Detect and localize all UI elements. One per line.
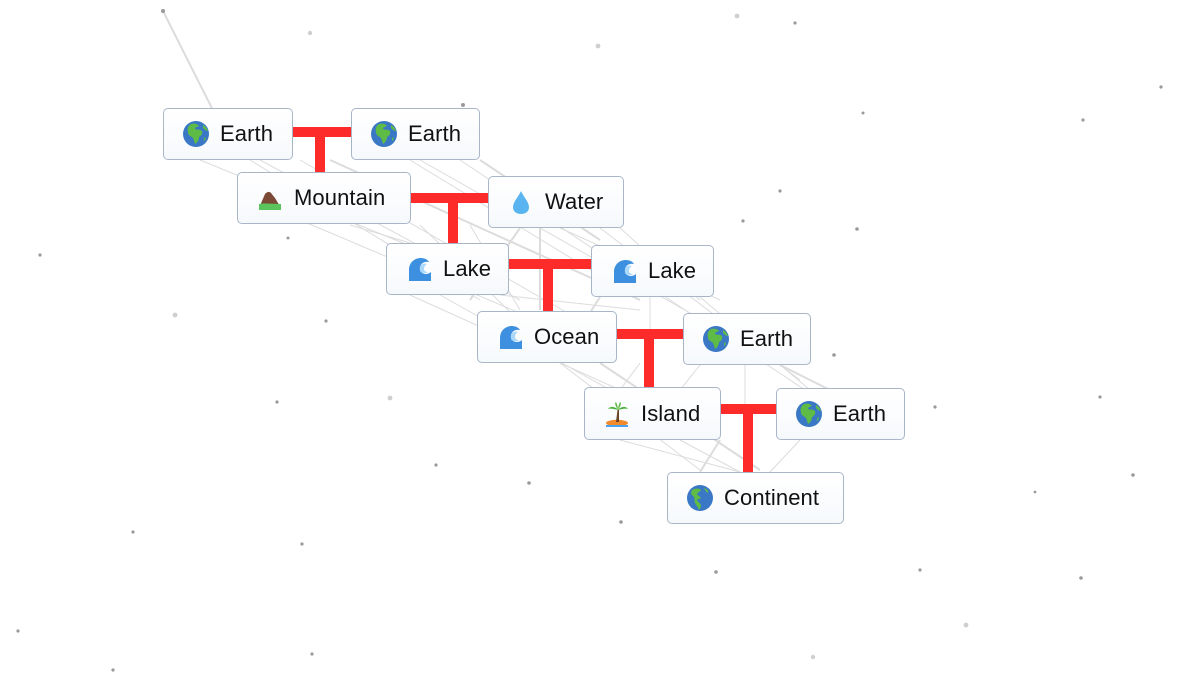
background-particle xyxy=(1159,85,1163,89)
background-link-line xyxy=(499,294,641,311)
background-particle xyxy=(1131,473,1135,477)
background-particle xyxy=(734,13,740,19)
globe-africa-icon xyxy=(702,325,730,353)
background-particle xyxy=(1098,395,1102,399)
element-earth[interactable]: Earth xyxy=(683,313,811,365)
background-particle xyxy=(461,103,465,107)
connector-v-3 xyxy=(543,259,553,312)
background-particle xyxy=(832,353,836,357)
element-label: Earth xyxy=(740,326,794,351)
background-particle xyxy=(434,463,438,467)
background-particle xyxy=(38,253,42,257)
background-particle xyxy=(275,400,279,404)
element-mountain[interactable]: Mountain xyxy=(237,172,411,224)
element-lake[interactable]: Lake xyxy=(591,245,714,297)
element-label: Earth xyxy=(833,401,887,426)
background-particle xyxy=(778,189,782,193)
globe-africa-icon xyxy=(795,400,823,428)
wave-icon xyxy=(496,323,524,351)
background-link-line xyxy=(619,362,641,391)
background-particle xyxy=(324,319,328,323)
background-particle xyxy=(300,542,304,546)
background-particle xyxy=(16,629,20,633)
wave-icon xyxy=(610,257,638,285)
background-link-line xyxy=(769,439,801,473)
element-label: Ocean xyxy=(534,324,600,349)
element-earth[interactable]: Earth xyxy=(163,108,293,160)
background-particle xyxy=(855,227,859,231)
wave-icon xyxy=(405,255,433,283)
background-particle xyxy=(161,9,165,13)
element-water[interactable]: Water xyxy=(488,176,624,228)
element-label: Continent xyxy=(724,485,820,510)
background-particle xyxy=(619,520,623,524)
background-particle xyxy=(861,111,865,115)
connector-v-4 xyxy=(644,329,654,388)
background-particle xyxy=(714,570,718,574)
background-particle xyxy=(172,312,178,318)
connector-v-1 xyxy=(315,127,325,173)
element-label: Earth xyxy=(220,121,274,146)
background-particle xyxy=(527,481,531,485)
globe-americas-icon xyxy=(686,484,714,512)
background-particle xyxy=(310,652,314,656)
element-label: Mountain xyxy=(294,185,386,210)
background-link-line xyxy=(699,439,721,473)
element-island[interactable]: Island xyxy=(584,387,721,440)
element-continent[interactable]: Continent xyxy=(667,472,844,524)
element-lake[interactable]: Lake xyxy=(386,243,509,295)
background-particle xyxy=(387,395,393,401)
element-label: Island xyxy=(641,400,701,426)
element-label: Lake xyxy=(648,258,697,283)
background-particle xyxy=(810,654,816,660)
background-particle xyxy=(1081,118,1085,122)
element-label: Earth xyxy=(408,121,462,146)
background-particle xyxy=(307,30,313,36)
connector-v-2 xyxy=(448,193,458,244)
element-earth[interactable]: Earth xyxy=(351,108,480,160)
mountain-icon xyxy=(256,184,284,212)
element-label: Water xyxy=(545,189,604,214)
water-drop-icon xyxy=(507,188,535,216)
globe-africa-icon xyxy=(182,120,210,148)
island-icon xyxy=(603,400,631,428)
element-ocean[interactable]: Ocean xyxy=(477,311,617,363)
connector-v-5 xyxy=(743,404,753,473)
background-particle xyxy=(933,405,937,409)
background-particle xyxy=(793,21,797,25)
background-particle xyxy=(286,236,290,240)
background-particle xyxy=(111,668,115,672)
background-particle xyxy=(741,219,745,223)
background-particle xyxy=(1079,576,1083,580)
background-particle xyxy=(1033,490,1037,494)
element-label: Lake xyxy=(443,256,492,281)
background-particle xyxy=(595,43,601,49)
globe-africa-icon xyxy=(370,120,398,148)
element-earth[interactable]: Earth xyxy=(776,388,905,440)
background-particle xyxy=(963,622,969,628)
background-particle xyxy=(131,530,135,534)
background-particle xyxy=(918,568,922,572)
